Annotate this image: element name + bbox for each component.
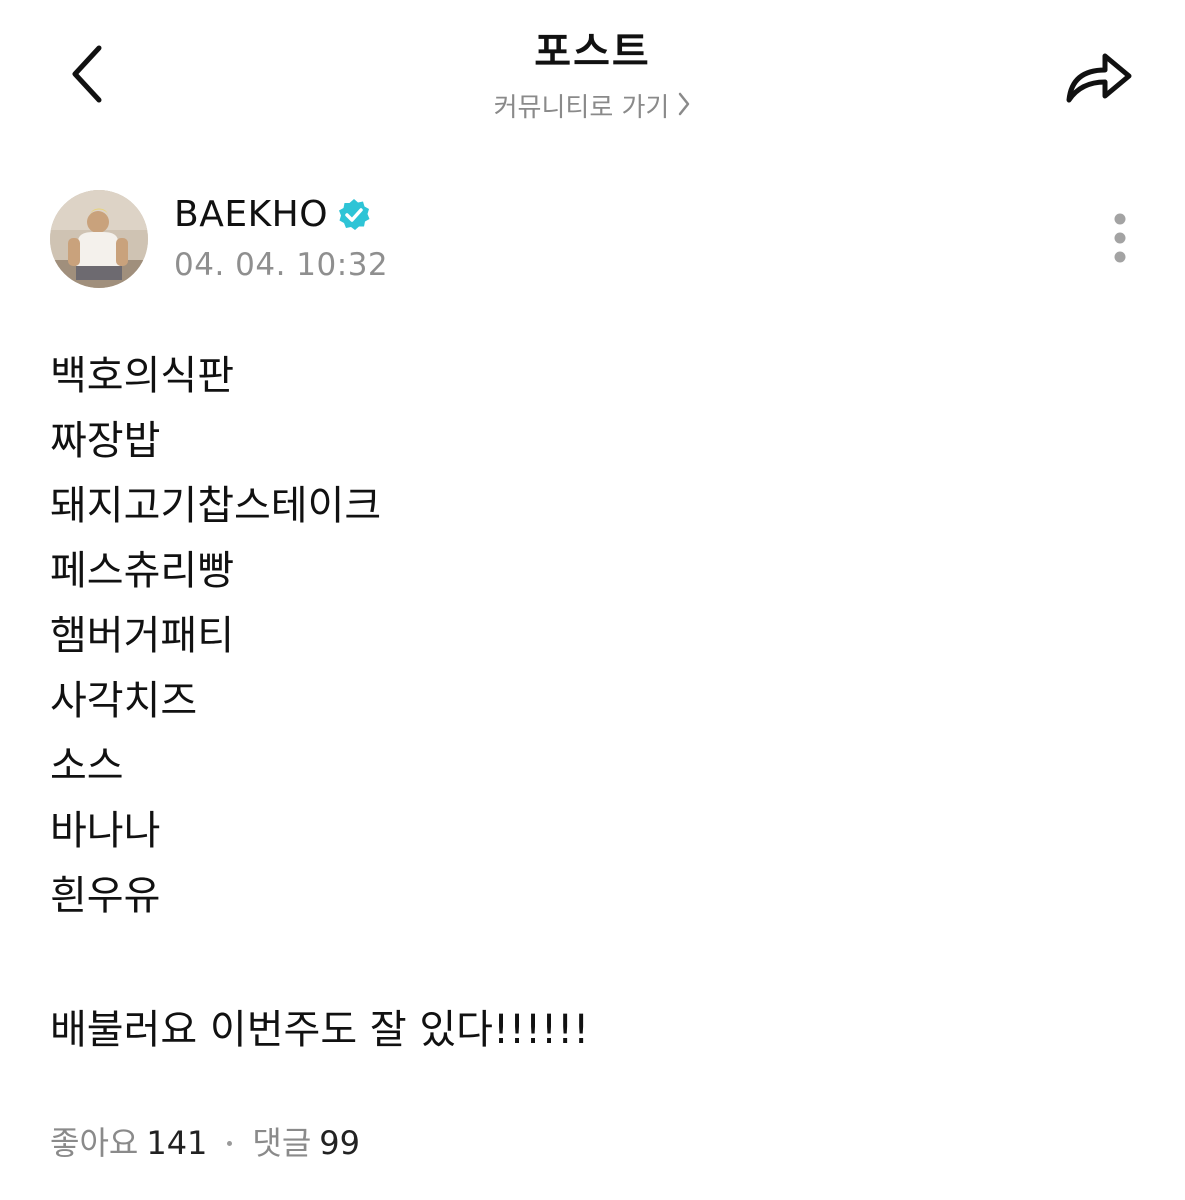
comments-stat[interactable]: 댓글 99	[252, 1120, 360, 1166]
share-arrow-icon	[1066, 53, 1132, 103]
post-closing-line: 배불러요 이번주도 잘 있다!!!!!!	[50, 1007, 590, 1053]
post-body: 백호의식판 짜장밥 돼지고기찹스테이크 페스츄리빵 햄버거패티 사각치즈 소스 …	[50, 344, 1140, 929]
post-stats: 좋아요 141 댓글 99	[50, 1120, 360, 1166]
page-title: 포스트	[534, 29, 651, 75]
community-link-label: 커뮤니티로 가기	[493, 93, 670, 123]
author-name[interactable]: BAEKHO	[174, 192, 372, 238]
post-author: BAEKHO 04. 04. 10:32	[50, 188, 1140, 292]
post-line: 흰우유	[50, 873, 161, 919]
more-vertical-icon	[1114, 213, 1126, 263]
post-line: 페스츄리빵	[50, 548, 234, 594]
community-link[interactable]: 커뮤니티로 가기	[0, 88, 1185, 129]
likes-label: 좋아요	[50, 1124, 139, 1162]
profile-photo	[50, 190, 148, 288]
more-options-button[interactable]	[1100, 208, 1140, 268]
verified-badge-icon	[336, 197, 372, 233]
comments-label: 댓글	[252, 1124, 312, 1162]
likes-stat[interactable]: 좋아요 141	[50, 1120, 207, 1166]
share-button[interactable]	[1058, 36, 1140, 112]
comments-count: 99	[319, 1124, 361, 1162]
post-line: 백호의식판	[50, 353, 234, 399]
avatar[interactable]	[50, 190, 148, 288]
separator-dot	[227, 1140, 233, 1146]
post-line: 돼지고기찹스테이크	[50, 483, 382, 529]
likes-count: 141	[146, 1124, 208, 1162]
post-line: 소스	[50, 743, 124, 789]
post-timestamp: 04. 04. 10:32	[174, 247, 389, 283]
top-bar: 포스트 커뮤니티로 가기	[0, 0, 1185, 140]
post-line: 햄버거패티	[50, 613, 234, 659]
post-line: 바나나	[50, 808, 161, 854]
post-line: 사각치즈	[50, 678, 198, 724]
chevron-right-icon	[677, 89, 691, 129]
author-name-label: BAEKHO	[174, 194, 329, 235]
post-line: 짜장밥	[50, 418, 161, 464]
